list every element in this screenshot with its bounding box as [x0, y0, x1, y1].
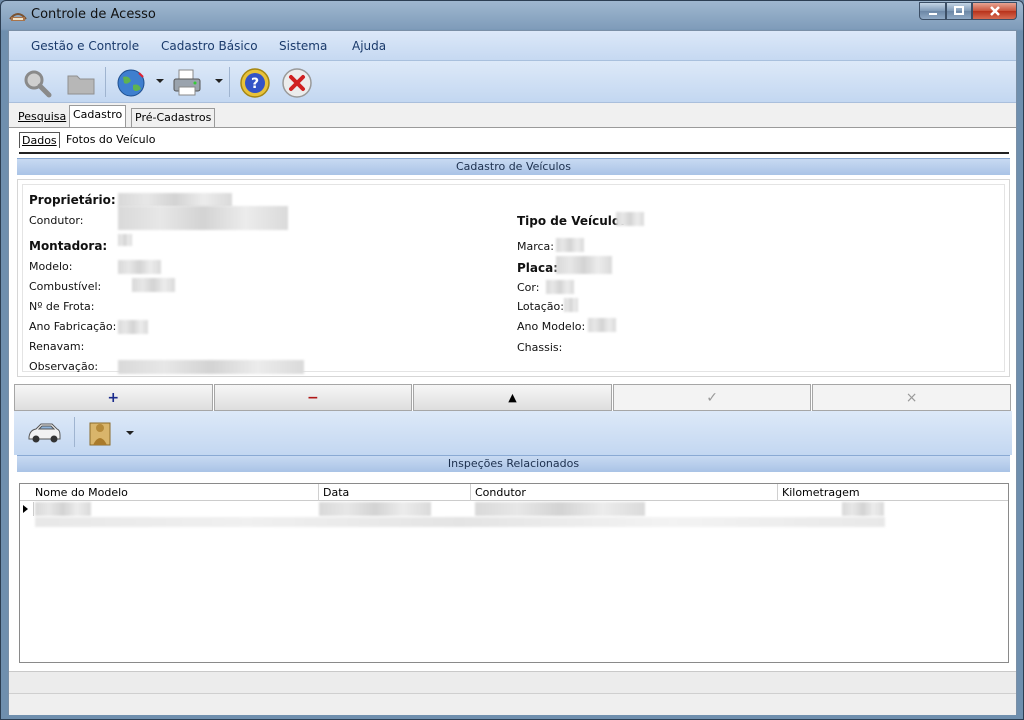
menu-bar: Gestão e Controle Cadastro Básico Sistem… [9, 31, 1016, 61]
label-montadora: Montadora: [29, 239, 108, 253]
menu-gestao[interactable]: Gestão e Controle [31, 39, 139, 53]
app-icon [9, 13, 27, 21]
record-action-bar: + − ▲ ✓ × [14, 384, 1012, 411]
confirm-button[interactable]: ✓ [612, 384, 812, 411]
inspections-grid[interactable]: Nome do Modelo Data Condutor Kilometrage… [19, 483, 1009, 663]
value-montadora[interactable] [118, 234, 132, 246]
tab-cadastro[interactable]: Cadastro [69, 105, 127, 127]
label-placa: Placa: [517, 261, 559, 275]
app-window: Controle de Acesso Gestão e Controle Cad… [0, 0, 1024, 720]
label-frota: Nº de Frota: [29, 300, 95, 313]
maximize-button[interactable] [946, 2, 972, 20]
label-chassis: Chassis: [517, 341, 563, 354]
remove-button[interactable]: − [213, 384, 413, 411]
label-ano-fabricacao: Ano Fabricação: [29, 320, 117, 333]
value-marca[interactable] [556, 238, 584, 252]
tab-pesquisa[interactable]: Pesquisa [15, 108, 69, 127]
value-proprietario[interactable] [118, 193, 232, 207]
status-bar-secondary [9, 693, 1016, 715]
col-data[interactable]: Data [323, 486, 349, 499]
grid-header: Nome do Modelo Data Condutor Kilometrage… [20, 484, 1008, 501]
label-modelo: Modelo: [29, 260, 73, 273]
col-condutor[interactable]: Condutor [475, 486, 526, 499]
main-tabs: Pesquisa Cadastro Pré-Cadastros [9, 103, 1016, 127]
window-title: Controle de Acesso [31, 7, 156, 22]
subtab-dados[interactable]: Dados [19, 132, 60, 148]
maximize-icon [954, 6, 964, 15]
subtab-fotos-label: Fotos do Veículo [66, 133, 156, 146]
tab-pre-cadastros-label: Pré-Cadastros [135, 111, 212, 124]
car-icon[interactable] [26, 417, 62, 447]
row-indicator [20, 502, 34, 516]
globe-icon[interactable] [115, 67, 147, 99]
tab-cadastro-label: Cadastro [73, 108, 123, 121]
client-area: Gestão e Controle Cadastro Básico Sistem… [8, 30, 1017, 715]
value-lotacao[interactable] [564, 298, 578, 312]
label-condutor: Condutor: [29, 214, 84, 227]
form-section-header: Cadastro de Veículos [17, 158, 1010, 175]
folder-icon[interactable] [65, 67, 97, 99]
value-observacao[interactable] [118, 360, 304, 374]
table-row[interactable] [20, 517, 1008, 531]
subtab-dados-label: Dados [22, 134, 57, 147]
table-row[interactable] [20, 502, 1008, 516]
label-combustivel: Combustível: [29, 280, 102, 293]
value-condutor[interactable] [118, 206, 288, 230]
secondary-toolbar [14, 411, 1012, 455]
value-modelo[interactable] [118, 260, 161, 274]
close-button[interactable] [972, 2, 1017, 20]
svg-text:?: ? [251, 76, 259, 92]
label-ano-modelo: Ano Modelo: [517, 320, 586, 333]
sub-tabs: Dados Fotos do Veículo [9, 128, 1016, 152]
value-ano-fabricacao[interactable] [118, 320, 148, 334]
value-tipo-veiculo[interactable] [616, 212, 644, 226]
title-bar[interactable]: Controle de Acesso [1, 1, 1023, 29]
add-button[interactable]: + [14, 384, 213, 411]
col-nome-modelo[interactable]: Nome do Modelo [35, 486, 128, 499]
search-icon[interactable] [21, 67, 53, 99]
move-up-button[interactable]: ▲ [413, 384, 612, 411]
label-lotacao: Lotação: [517, 300, 564, 313]
printer-icon[interactable] [171, 67, 203, 99]
value-combustivel[interactable] [132, 278, 175, 292]
value-placa[interactable] [556, 256, 612, 274]
cancel-icon[interactable] [281, 67, 313, 99]
menu-cadastro-basico[interactable]: Cadastro Básico [161, 39, 258, 53]
main-toolbar: ? [9, 61, 1016, 103]
tab-pesquisa-label: Pesquisa [18, 110, 67, 123]
tab-pre-cadastros[interactable]: Pré-Cadastros [131, 108, 216, 127]
label-observacao: Observação: [29, 360, 99, 373]
label-marca: Marca: [517, 240, 555, 253]
value-cor[interactable] [546, 280, 574, 294]
vehicle-form: Proprietário: Condutor: Montadora: Model… [17, 179, 1010, 377]
label-cor: Cor: [517, 281, 540, 294]
value-ano-modelo[interactable] [588, 318, 616, 332]
minimize-icon [928, 13, 937, 15]
label-renavam: Renavam: [29, 340, 85, 353]
label-proprietario: Proprietário: [29, 193, 116, 207]
inspections-header: Inspeções Relacionados [17, 455, 1010, 472]
menu-ajuda[interactable]: Ajuda [352, 39, 386, 53]
cancel-button[interactable]: × [812, 384, 1011, 411]
label-tipo-veiculo: Tipo de Veículo: [517, 214, 625, 228]
minimize-button[interactable] [919, 2, 946, 20]
status-bar [9, 671, 1016, 693]
person-icon[interactable] [84, 417, 116, 449]
subtab-fotos[interactable]: Fotos do Veículo [64, 132, 157, 147]
menu-sistema[interactable]: Sistema [279, 39, 327, 53]
help-icon[interactable]: ? [239, 67, 271, 99]
close-icon [989, 6, 1000, 16]
col-kilometragem[interactable]: Kilometragem [782, 486, 860, 499]
